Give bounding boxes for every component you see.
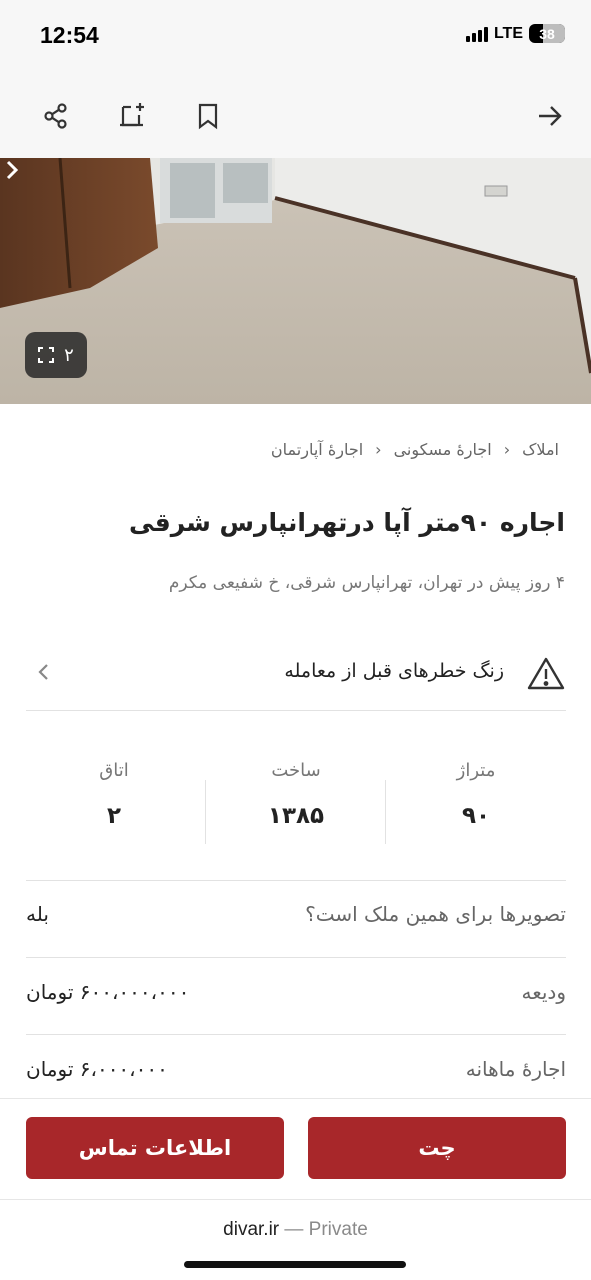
status-bar: 12:54 LTE 38 (0, 0, 591, 72)
detail-value: بله (26, 902, 49, 926)
bookmark-icon[interactable] (188, 96, 228, 136)
detail-label: ودیعه (521, 980, 566, 1004)
breadcrumb-item-residential-rent[interactable]: اجارهٔ مسکونی (394, 440, 492, 459)
listing-subtitle: ۴ روز پیش در تهران، تهرانپارس شرقی، خ شف… (168, 573, 565, 593)
warning-icon (527, 657, 565, 690)
stat-area: متراژ ۹۰ (386, 760, 566, 829)
detail-row-photos-authentic: تصویرها برای همین ملک است؟ بله (26, 898, 566, 938)
add-note-icon[interactable] (112, 96, 152, 136)
browser-url-bar[interactable]: divar.ir — Private (0, 1219, 591, 1241)
property-stats: متراژ ۹۰ ساخت ۱۳۸۵ اتاق ۲ (26, 760, 566, 850)
photo-count: ۲ (64, 344, 74, 366)
contact-info-button[interactable]: اطلاعات تماس (26, 1117, 284, 1179)
detail-label: تصویرها برای همین ملک است؟ (305, 902, 566, 926)
photo-count-badge[interactable]: ۲ (25, 332, 87, 378)
detail-value: ۶،۰۰۰،۰۰۰ تومان (26, 1057, 168, 1081)
breadcrumb-item-properties[interactable]: املاک (522, 440, 559, 459)
share-icon[interactable] (36, 96, 76, 136)
top-toolbar (0, 72, 591, 158)
battery-level: 38 (539, 25, 555, 42)
network-label: LTE (493, 24, 523, 42)
detail-row-deposit: ودیعه ۶۰۰،۰۰۰،۰۰۰ تومان (26, 976, 566, 1016)
divider (0, 1199, 591, 1200)
divider (205, 780, 206, 844)
stat-label: متراژ (456, 760, 496, 781)
back-arrow-icon[interactable] (530, 96, 570, 136)
stat-label: اتاق (99, 760, 129, 781)
status-indicators: LTE 38 (465, 24, 565, 43)
chevron-left-icon (38, 664, 48, 680)
browsing-mode: — Private (284, 1219, 368, 1240)
site-domain: divar.ir (223, 1219, 280, 1240)
stat-value: ۲ (106, 803, 122, 829)
divider (26, 1034, 566, 1035)
battery-icon: 38 (529, 24, 565, 43)
divider (26, 710, 566, 711)
listing-title: اجاره ۹۰متر آپا درتهرانپارس شرقی (129, 508, 565, 537)
listing-photo[interactable] (0, 158, 591, 404)
home-indicator[interactable] (184, 1261, 406, 1268)
breadcrumb-item-apartment-rent[interactable]: اجارهٔ آپارتمان (271, 440, 363, 459)
detail-row-monthly-rent: اجارهٔ ماهانه ۶،۰۰۰،۰۰۰ تومان (26, 1053, 566, 1093)
breadcrumb: املاک ‹ اجارهٔ مسکونی ‹ اجارهٔ آپارتمان (271, 440, 559, 459)
stat-built: ساخت ۱۳۸۵ (206, 760, 386, 829)
stat-rooms: اتاق ۲ (24, 760, 204, 829)
divider (26, 957, 566, 958)
expand-icon (38, 347, 55, 363)
next-photo-icon[interactable] (0, 158, 24, 182)
detail-label: اجارهٔ ماهانه (465, 1057, 566, 1081)
detail-value: ۶۰۰،۰۰۰،۰۰۰ تومان (26, 980, 190, 1004)
stat-label: ساخت (271, 760, 321, 781)
bottom-action-bar: اطلاعات تماس چت divar.ir — Private (0, 1098, 591, 1280)
warning-text: زنگ خطرهای قبل از معامله (284, 660, 504, 682)
stat-value: ۹۰ (461, 803, 491, 829)
chat-button[interactable]: چت (308, 1117, 566, 1179)
divider (26, 880, 566, 881)
chevron-left-icon: ‹ (503, 440, 511, 459)
signal-icon (465, 26, 488, 42)
chevron-left-icon: ‹ (375, 440, 382, 459)
stat-value: ۱۳۸۵ (267, 803, 325, 829)
pre-deal-warning-link[interactable]: زنگ خطرهای قبل از معامله (26, 646, 566, 710)
status-time: 12:54 (40, 22, 99, 48)
